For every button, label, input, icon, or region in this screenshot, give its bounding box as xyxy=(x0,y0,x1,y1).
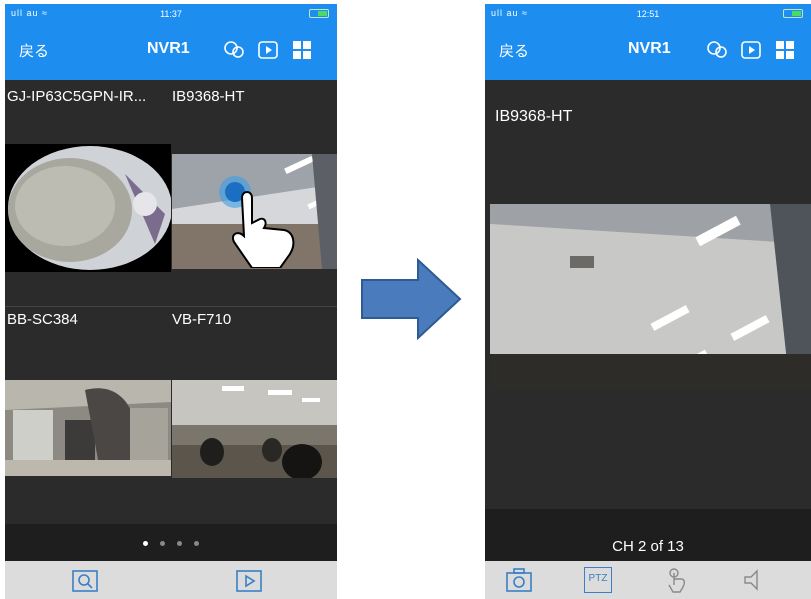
back-button[interactable]: 戻る xyxy=(499,40,529,61)
camera-label: IB9368-HT xyxy=(495,108,573,125)
comparison-figure: ull au ≈ 11:37 戻る NVR1 GJ-IP63C5GPN-IR..… xyxy=(0,0,811,599)
battery-icon xyxy=(783,9,803,18)
camera-label-2: IB9368-HT xyxy=(172,88,245,105)
page-title: NVR1 xyxy=(628,40,671,57)
battery-icon xyxy=(309,9,329,18)
channel-indicator: CH 2 of 13 xyxy=(612,538,684,555)
touch-gesture-icon xyxy=(219,176,295,268)
status-time: 11:37 xyxy=(160,9,182,19)
speaker-icon[interactable] xyxy=(739,567,767,593)
camera-tile-3[interactable] xyxy=(5,380,171,476)
playback-icon[interactable] xyxy=(256,38,280,62)
playback-tab-icon[interactable] xyxy=(235,567,263,593)
page-dot-4[interactable] xyxy=(194,540,199,546)
grid-layout-icon[interactable] xyxy=(290,38,314,62)
camera-label-3: BB-SC384 xyxy=(7,311,78,328)
page-indicator[interactable] xyxy=(5,524,337,562)
nav-bar: 戻る NVR1 xyxy=(485,24,811,80)
row-divider xyxy=(5,306,337,307)
page-dot-3[interactable] xyxy=(177,540,182,546)
phone-grid-view: ull au ≈ 11:37 戻る NVR1 GJ-IP63C5GPN-IR..… xyxy=(5,4,337,599)
page-title: NVR1 xyxy=(147,40,190,57)
touch-icon[interactable] xyxy=(663,567,691,593)
fisheye-feed xyxy=(5,144,171,272)
grid-layout-icon[interactable] xyxy=(773,38,797,62)
camera-feed-large[interactable] xyxy=(490,204,811,390)
page-dot-2[interactable] xyxy=(160,540,165,546)
search-playback-icon[interactable] xyxy=(71,567,99,593)
status-bar: ull au ≈ 11:37 xyxy=(5,4,337,24)
tab-bar xyxy=(5,561,337,599)
workspace-feed xyxy=(172,380,337,478)
status-bar: ull au ≈ 12:51 xyxy=(485,4,811,24)
back-button[interactable]: 戻る xyxy=(19,40,49,61)
chat-icon[interactable] xyxy=(705,38,729,62)
nav-bar: 戻る NVR1 xyxy=(5,24,337,80)
camera-tile-2[interactable] xyxy=(172,154,337,269)
camera-tile-4[interactable] xyxy=(172,380,337,478)
page-dot-1[interactable] xyxy=(143,540,148,546)
snapshot-icon[interactable] xyxy=(505,567,533,593)
phone-single-view: ull au ≈ 12:51 戻る NVR1 IB9368-HT CH 2 of… xyxy=(485,4,811,599)
camera-label-1: GJ-IP63C5GPN-IR... xyxy=(7,88,147,105)
playback-icon[interactable] xyxy=(739,38,763,62)
camera-label-4: VB-F710 xyxy=(172,311,232,328)
tab-bar: PTZ xyxy=(485,561,811,599)
camera-tile-1[interactable] xyxy=(5,144,171,272)
chat-icon[interactable] xyxy=(222,38,246,62)
status-time: 12:51 xyxy=(636,9,660,19)
arrow-right-icon xyxy=(361,258,462,340)
lobby-feed xyxy=(5,380,171,476)
ptz-icon[interactable]: PTZ xyxy=(584,567,612,593)
office-feed xyxy=(490,204,811,390)
